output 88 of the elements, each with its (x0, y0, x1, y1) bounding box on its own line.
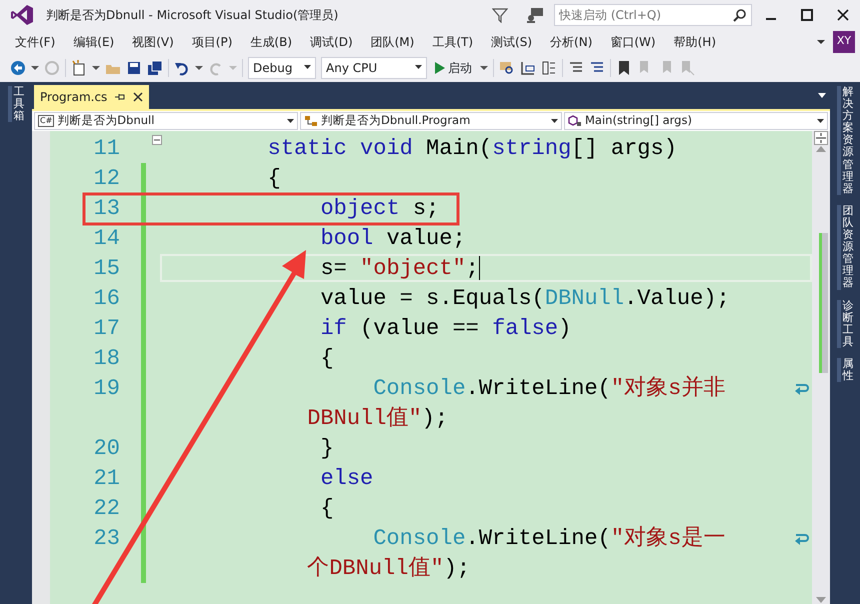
code-line: Console.WriteLine("对象s是一 (373, 524, 726, 552)
logo-icon (10, 4, 34, 26)
csharp-icon: C# (38, 115, 54, 127)
menu-item[interactable]: 分析(N) (541, 32, 602, 50)
code-line: if (value == false) (320, 314, 572, 342)
save-all-icon[interactable] (147, 60, 163, 76)
scroll-thumb[interactable] (818, 233, 828, 373)
step-over-icon[interactable] (541, 60, 557, 76)
navigation-dropdown[interactable]: 判断是否为Dbnull.Program (300, 112, 562, 130)
caret-icon (551, 118, 558, 124)
menu-item[interactable]: 测试(S) (482, 32, 542, 50)
menu-item[interactable]: 项目(P) (182, 32, 242, 50)
word-wrap-icon (794, 531, 810, 545)
menu-item[interactable]: 生成(B) (241, 32, 302, 50)
line-number: 15 (94, 256, 120, 280)
menu-item[interactable]: 工具(T) (423, 32, 482, 50)
user-avatar[interactable]: XY (833, 30, 855, 52)
side-tab[interactable]: 工具箱 (8, 86, 24, 122)
play-icon (435, 62, 445, 74)
code-line: 个DBNull值"); (307, 554, 470, 582)
pin-icon[interactable] (115, 92, 126, 102)
caret-icon (818, 93, 826, 99)
back-icon[interactable] (10, 60, 26, 76)
line-number: 22 (94, 496, 120, 520)
menu-item[interactable]: 团队(M) (362, 32, 424, 50)
window-title: 判断是否为Dbnull - Microsoft Visual Studio(管理员) (46, 7, 338, 24)
code-line: { (320, 344, 334, 372)
menu-item[interactable]: 视图(V) (123, 32, 183, 50)
save-icon[interactable] (126, 60, 142, 76)
menu-item[interactable]: 调试(D) (301, 32, 362, 50)
side-tab[interactable]: 诊断工具 (836, 300, 854, 348)
search-icon[interactable] (733, 8, 747, 22)
new-item-icon[interactable] (71, 60, 87, 76)
maximize-icon[interactable] (800, 8, 814, 22)
side-tab[interactable]: 属性 (836, 358, 854, 382)
document-tab[interactable]: Program.cs (34, 85, 150, 109)
side-tab[interactable]: 团队资源管理器 (836, 204, 854, 290)
start-button[interactable]: 启动 (432, 58, 475, 76)
configuration-dropdown[interactable]: Debug (248, 56, 316, 78)
menu-item[interactable]: 文件(F) (6, 32, 64, 50)
line-number: 19 (94, 376, 120, 400)
collapse-icon[interactable] (152, 135, 162, 145)
code-line: object s; (320, 194, 440, 222)
platform-dropdown[interactable]: Any CPU (321, 56, 427, 78)
menu-item[interactable]: 窗口(W) (601, 32, 665, 50)
quick-launch-field[interactable]: 快速启动 (Ctrl+Q) (554, 4, 752, 26)
word-wrap-icon (794, 381, 810, 395)
split-icon[interactable] (814, 131, 828, 145)
menu-item[interactable]: 编辑(E) (64, 32, 124, 50)
step-into-icon[interactable] (520, 60, 536, 76)
line-number: 13 (94, 196, 120, 220)
line-number: 12 (94, 166, 120, 190)
code-line: bool value; (320, 224, 466, 252)
text-cursor (478, 256, 480, 280)
side-tab[interactable]: 解决方案资源管理器 (836, 86, 854, 195)
code-line: else (320, 464, 374, 492)
bookmark-icon[interactable] (616, 60, 632, 76)
code-line: DBNull值"); (307, 404, 448, 432)
code-line: { (268, 164, 281, 192)
code-line: } (320, 434, 334, 462)
line-number: 20 (94, 436, 120, 460)
code-line: { (320, 494, 334, 522)
menu-item[interactable]: 帮助(H) (664, 32, 725, 50)
caret-icon (817, 118, 824, 124)
class-icon (304, 115, 318, 127)
line-number: 14 (94, 226, 120, 250)
navigation-dropdown[interactable]: C# 判断是否为Dbnull (34, 112, 298, 130)
line-number: 21 (94, 466, 120, 490)
caret-icon (304, 65, 311, 70)
line-number: 23 (94, 526, 120, 550)
code-line: value = s.Equals(DBNull.Value); (320, 284, 730, 312)
code-line: static void Main(string[] args) (268, 134, 677, 162)
line-number: 17 (94, 316, 120, 340)
feedback-icon (526, 7, 544, 23)
line-number: 11 (94, 136, 120, 160)
close-icon[interactable] (836, 8, 850, 22)
code-line: s= "object"; (320, 254, 479, 282)
close-icon[interactable] (133, 92, 144, 102)
line-number: 16 (94, 286, 120, 310)
caret-icon (415, 65, 422, 70)
caret-icon (817, 38, 825, 44)
find-icon[interactable] (499, 60, 515, 76)
filter-icon (492, 7, 508, 23)
method-icon (568, 115, 582, 127)
navigation-dropdown[interactable]: Main(string[] args) (564, 112, 828, 130)
code-line: Console.WriteLine("对象s并非 (373, 374, 726, 402)
line-number: 18 (94, 346, 120, 370)
caret-icon (287, 118, 294, 124)
